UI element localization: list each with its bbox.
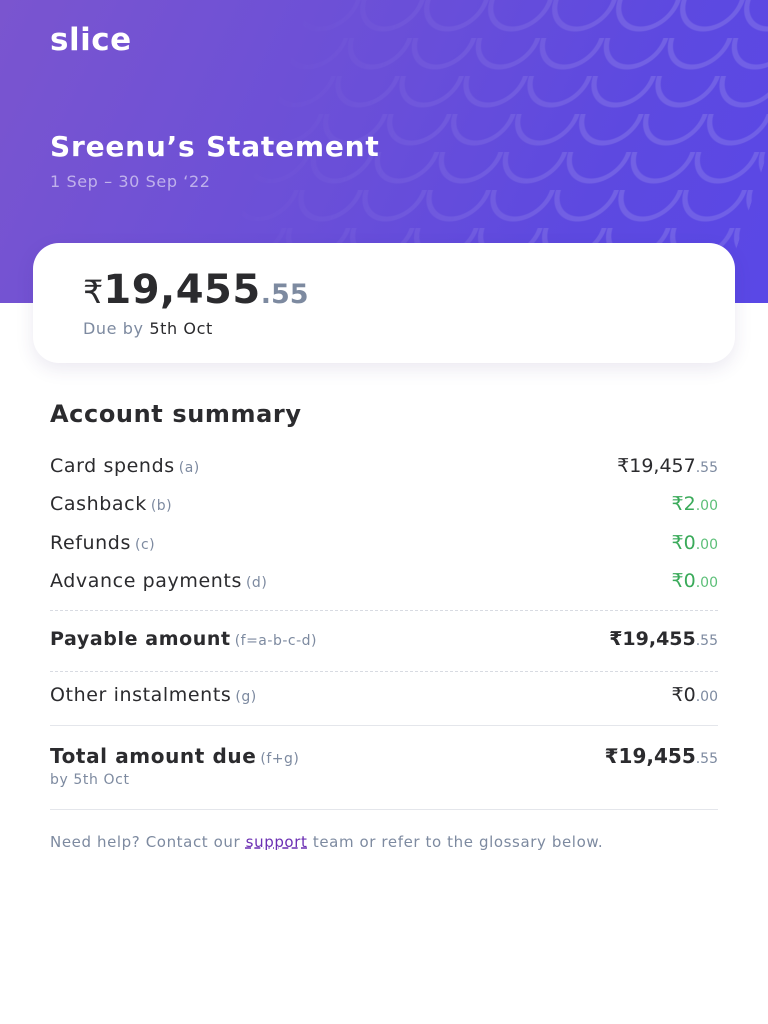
- divider: [50, 809, 718, 810]
- row-label: Refunds: [50, 532, 131, 554]
- row-value: ₹0.00: [671, 570, 718, 592]
- row-label: Card spends: [50, 455, 175, 477]
- row-note: (g): [235, 689, 257, 705]
- row-label: Cashback: [50, 493, 147, 515]
- currency-symbol: ₹: [83, 273, 104, 311]
- summary-row-refunds: Refunds (c) ₹0.00: [50, 532, 718, 562]
- row-note: (d): [245, 575, 268, 591]
- statement-title: Sreenu’s Statement: [50, 130, 380, 163]
- row-label: Advance payments: [50, 570, 242, 592]
- summary-row-other-instalments: Other instalments (g) ₹0.00: [50, 684, 718, 714]
- divider: [50, 671, 718, 672]
- statement-period: 1 Sep – 30 Sep ‘22: [50, 172, 211, 191]
- due-date-line: Due by 5th Oct: [83, 319, 213, 338]
- row-note: (c): [134, 537, 156, 553]
- row-note: (f=a-b-c-d): [234, 633, 317, 649]
- row-label: Other instalments: [50, 684, 232, 706]
- summary-row-total-amount-due: Total amount due (f+g) by 5th Oct ₹19,455…: [50, 744, 718, 792]
- row-note: (a): [178, 460, 200, 476]
- row-value: ₹2.00: [671, 493, 718, 515]
- row-value: ₹19,455.55: [604, 744, 718, 768]
- row-label: Payable amount: [50, 628, 231, 650]
- amount-due-integer: 19,455: [103, 267, 261, 313]
- row-value: ₹19,455.55: [609, 628, 718, 650]
- help-text: Need help? Contact our support team or r…: [50, 833, 604, 851]
- amount-due-card: ₹19,455.55 Due by 5th Oct: [33, 243, 735, 363]
- amount-due: ₹19,455.55: [83, 267, 309, 313]
- row-label: Total amount due: [50, 744, 257, 768]
- account-summary-title: Account summary: [50, 400, 302, 428]
- row-value: ₹19,457.55: [617, 455, 718, 477]
- amount-due-decimal: .55: [260, 279, 309, 310]
- summary-row-card-spends: Card spends (a) ₹19,457.55: [50, 455, 718, 485]
- summary-row-payable-amount: Payable amount (f=a-b-c-d) ₹19,455.55: [50, 628, 718, 658]
- due-prefix: Due by: [83, 319, 144, 338]
- slice-logo: slice: [50, 22, 132, 58]
- total-due-date: by 5th Oct: [50, 772, 130, 788]
- row-note: (f+g): [260, 751, 300, 767]
- due-date: 5th Oct: [149, 319, 213, 338]
- summary-row-cashback: Cashback (b) ₹2.00: [50, 493, 718, 523]
- divider: [50, 725, 718, 726]
- summary-row-advance-payments: Advance payments (d) ₹0.00: [50, 570, 718, 600]
- row-value: ₹0.00: [671, 532, 718, 554]
- row-value: ₹0.00: [671, 684, 718, 706]
- support-link[interactable]: support: [246, 833, 308, 851]
- row-note: (b): [150, 498, 173, 514]
- divider: [50, 610, 718, 611]
